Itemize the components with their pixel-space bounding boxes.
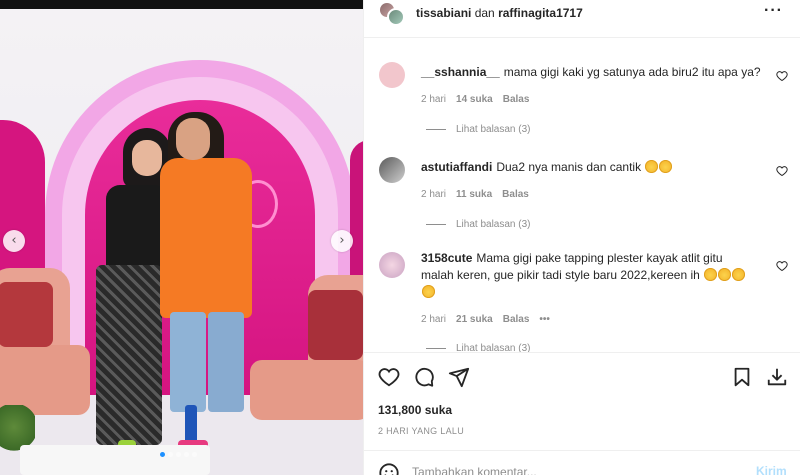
replies-line [426, 348, 446, 349]
view-replies[interactable]: Lihat balasan (3) [426, 124, 531, 135]
post-header: tissabiani dan raffinagita1717 ··· [364, 0, 800, 28]
comment-avatar[interactable] [379, 62, 405, 88]
comment-text: __sshannia__ mama gigi kaki yg satunya ad… [421, 64, 761, 81]
send-icon[interactable] [448, 366, 470, 388]
reply-button[interactable]: Balas [503, 314, 530, 325]
likes-count[interactable]: 131,800 suka [378, 403, 452, 417]
smiley-icon[interactable] [378, 462, 400, 475]
comment-avatar[interactable] [379, 252, 405, 278]
white-table [20, 445, 210, 475]
comment-time: 2 hari [421, 94, 447, 105]
view-replies[interactable]: Lihat balasan (3) [426, 219, 531, 230]
carousel-dots [160, 452, 197, 457]
carousel-dot [160, 452, 165, 457]
comment-content: mama gigi kaki yg satunya ada biru2 itu … [503, 65, 761, 79]
owner-1-username[interactable]: tissabiani [416, 6, 471, 20]
heart-icon[interactable] [776, 70, 788, 82]
heart-eyes-emoji-icon [659, 160, 673, 173]
replies-line [426, 129, 446, 130]
comment-meta: 2 hari 21 suka Balas ••• [421, 314, 550, 325]
comment-username[interactable]: astutiaffandi [421, 160, 492, 174]
post-side-panel: tissabiani dan raffinagita1717 ··· __ssh… [363, 0, 800, 475]
comment-text: astutiaffandi Dua2 nya manis dan cantik [421, 159, 761, 176]
person-right-orange-jacket [160, 158, 252, 318]
divider [364, 450, 800, 451]
person-right-face [176, 118, 210, 160]
carousel-dot [176, 452, 181, 457]
avatar-owner-2 [387, 8, 405, 26]
comment-likes[interactable]: 21 suka [456, 314, 493, 325]
carousel-dot [192, 452, 197, 457]
collab-avatar[interactable] [378, 1, 408, 27]
comment-text: 3158cute Mama gigi pake tapping plester k… [421, 250, 751, 301]
heart-icon[interactable] [776, 165, 788, 177]
comment-input[interactable] [412, 462, 732, 475]
comment-username[interactable]: 3158cute [421, 251, 472, 265]
bookmark-icon[interactable] [731, 366, 753, 388]
comment-likes[interactable]: 14 suka [456, 94, 493, 105]
chevron-left-icon[interactable]: ‹ [3, 230, 25, 252]
grin-emoji-icon [718, 268, 732, 281]
comment-username[interactable]: __sshannia__ [421, 65, 500, 79]
more-horizontal-icon[interactable]: ··· [764, 2, 783, 20]
comments-list: __sshannia__ mama gigi kaki yg satunya ad… [364, 38, 800, 352]
comment-meta: 2 hari 11 suka Balas [421, 189, 529, 200]
grin-emoji-icon [704, 268, 718, 281]
person-right-jeans-left [170, 312, 206, 412]
person-right-jeans-right [208, 312, 244, 412]
replies-line [426, 224, 446, 225]
grin-emoji-icon [422, 285, 435, 298]
person-right-leg-tape [185, 405, 197, 445]
photo-top-bar [0, 0, 363, 9]
comment-icon[interactable] [413, 366, 435, 388]
carousel-dot [168, 452, 173, 457]
chevron-right-icon[interactable]: › [331, 230, 353, 252]
view-replies-label: Lihat balasan (3) [456, 343, 531, 352]
person-left-top [106, 185, 168, 270]
view-replies-label: Lihat balasan (3) [456, 219, 531, 230]
download-icon[interactable] [766, 366, 788, 388]
heart-icon[interactable] [776, 260, 788, 272]
post-comment-button[interactable]: Kirim [756, 464, 787, 475]
pillow-right [308, 290, 363, 360]
person-left-trousers [96, 265, 162, 445]
reply-button[interactable]: Balas [502, 189, 529, 200]
comment-options-icon[interactable]: ••• [539, 314, 550, 325]
divider [364, 352, 800, 353]
owner-2-username[interactable]: raffinagita1717 [498, 6, 583, 20]
carousel-dot [184, 452, 189, 457]
armchair-right-seat [250, 360, 363, 420]
comment-meta: 2 hari 14 suka Balas [421, 94, 529, 105]
comment-content: Dua2 nya manis dan cantik [496, 160, 642, 174]
heart-eyes-emoji-icon [645, 160, 659, 173]
heart-icon[interactable] [378, 366, 400, 388]
pillow-left [0, 282, 53, 347]
post-owners: tissabiani dan raffinagita1717 [416, 6, 583, 20]
comment-time: 2 hari [421, 314, 447, 325]
post-date: 2 HARI YANG LALU [378, 426, 464, 436]
view-replies-label: Lihat balasan (3) [456, 124, 531, 135]
person-left-face [132, 140, 162, 176]
comment-time: 2 hari [421, 189, 447, 200]
owners-joiner: dan [474, 6, 495, 20]
reply-button[interactable]: Balas [503, 94, 530, 105]
grin-emoji-icon [732, 268, 746, 281]
view-replies[interactable]: Lihat balasan (3) [426, 343, 531, 352]
comment-avatar[interactable] [379, 157, 405, 183]
post-photo[interactable]: ‹ › [0, 0, 363, 475]
comment-likes[interactable]: 11 suka [456, 189, 492, 200]
